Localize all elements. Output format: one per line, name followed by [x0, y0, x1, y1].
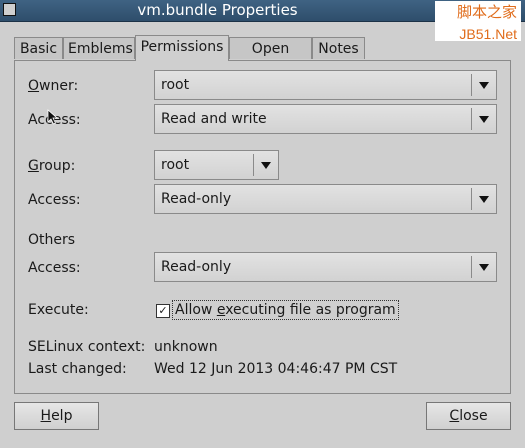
chevron-down-icon	[479, 82, 489, 89]
chevron-down-icon	[261, 162, 271, 169]
owner-access-combo[interactable]: Read and write	[154, 104, 497, 134]
chevron-down-icon	[479, 264, 489, 271]
close-button[interactable]: Close	[426, 402, 511, 430]
owner-value: root	[161, 77, 190, 93]
tab-emblems[interactable]: Emblems	[63, 37, 135, 59]
mouse-pointer-icon	[47, 109, 59, 125]
execute-label: Execute:	[28, 302, 89, 318]
group-value: root	[161, 157, 190, 173]
group-access-label: Access:	[28, 192, 81, 208]
tab-basic[interactable]: Basic	[14, 37, 63, 59]
owner-label: Owner:	[28, 78, 79, 94]
chevron-down-icon	[479, 116, 489, 123]
group-access-combo[interactable]: Read-only	[154, 184, 497, 214]
last-changed-value: Wed 12 Jun 2013 04:46:47 PM CST	[154, 361, 398, 377]
group-label: Group:	[28, 158, 76, 174]
watermark-line1: 脚本之家	[456, 4, 517, 21]
chevron-down-icon	[479, 196, 489, 203]
others-access-label: Access:	[28, 260, 81, 276]
execute-checkbox[interactable]: ✓	[156, 304, 170, 318]
group-access-value: Read-only	[161, 191, 232, 207]
owner-access-value: Read and write	[161, 111, 267, 127]
check-icon: ✓	[158, 304, 168, 317]
tab-open-with[interactable]: Open With	[229, 37, 312, 79]
others-access-combo[interactable]: Read-only	[154, 252, 497, 282]
help-button[interactable]: Help	[14, 402, 99, 430]
selinux-value: unknown	[154, 339, 218, 355]
window-title: vm.bundle Properties	[137, 1, 298, 19]
owner-combo[interactable]: root	[154, 70, 497, 100]
selinux-label: SELinux context:	[28, 339, 146, 355]
tab-notes[interactable]: Notes	[312, 37, 365, 59]
last-changed-label: Last changed:	[28, 361, 127, 377]
others-access-value: Read-only	[161, 259, 232, 275]
watermark-logo: 脚本之家 JB51.Net	[435, 1, 521, 42]
watermark-line2: JB51.Net	[459, 26, 517, 42]
others-heading: Others	[28, 232, 76, 248]
tab-permissions[interactable]: Permissions	[135, 35, 229, 61]
execute-checkbox-label[interactable]: Allow executing file as program	[172, 300, 399, 320]
group-combo[interactable]: root	[154, 150, 279, 180]
